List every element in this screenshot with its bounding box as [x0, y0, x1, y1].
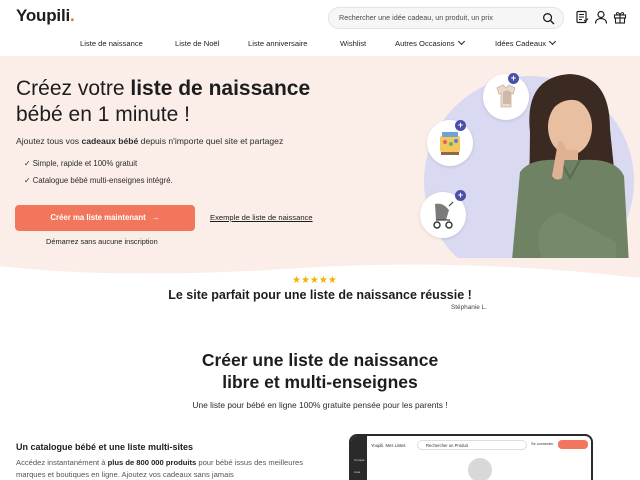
search-input[interactable]: Rechercher une idée cadeau, un produit, …	[328, 7, 564, 29]
mockup-button	[558, 440, 588, 449]
nav-item-wishlist[interactable]: Wishlist	[340, 39, 366, 48]
section-title: Créer une liste de naissance libre et mul…	[201, 350, 439, 392]
hero-subtitle: Ajoutez tous vos cadeaux bébé depuis n'i…	[16, 136, 284, 146]
rating-stars: ★★★★★	[292, 275, 337, 286]
catalog-title: Un catalogue bébé et une liste multi-sit…	[16, 442, 194, 452]
section-subtitle: Une liste pour bébé en ligne 100% gratui…	[192, 400, 448, 410]
nav-item-liste-anniversaire[interactable]: Liste anniversaire	[248, 39, 308, 48]
product-bubble-toy	[427, 120, 473, 166]
hero-section: Créez votre liste de naissance bébé en 1 …	[0, 56, 640, 274]
site-logo[interactable]: Youpili.	[16, 6, 75, 26]
list-icon[interactable]	[575, 10, 589, 24]
app-mockup: Compte Liste Youpili. Mes Listes Recherc…	[349, 434, 593, 480]
review-author: Stéphanie L.	[451, 304, 487, 311]
mockup-sidebar-tab: Liste	[354, 470, 361, 474]
gift-icon[interactable]	[613, 10, 627, 24]
search-placeholder: Rechercher une idée cadeau, un produit, …	[339, 13, 493, 22]
example-list-link[interactable]: Exemple de liste de naissance	[210, 213, 313, 222]
catalog-text: Accédez instantanément à plus de 800 000…	[16, 458, 304, 479]
user-icon[interactable]	[594, 10, 608, 24]
nav-item-liste-naissance[interactable]: Liste de naissance	[80, 39, 143, 48]
mockup-logo: Youpili. Mes Listes	[371, 443, 406, 448]
search-icon[interactable]	[542, 12, 555, 25]
nav-item-idees-cadeaux[interactable]: Idées Cadeaux	[495, 37, 557, 48]
pregnant-woman-photo	[510, 74, 630, 274]
arrow-right-icon: →	[151, 213, 160, 222]
main-nav: Liste de naissance Liste de Noël Liste a…	[0, 34, 640, 56]
feature-check: ✓ Simple, rapide et 100% gratuit	[24, 159, 138, 168]
add-icon: +	[455, 120, 466, 131]
mockup-sidebar: Compte Liste	[351, 436, 367, 480]
chevron-down-icon	[457, 37, 465, 46]
feature-check: ✓ Catalogue bébé multi-enseignes intégré…	[24, 176, 173, 185]
mockup-product-image	[468, 458, 492, 480]
create-list-button[interactable]: Créer ma liste maintenant →	[15, 205, 195, 231]
mockup-sidebar-tab: Compte	[354, 458, 365, 462]
review-quote: Le site parfait pour une liste de naissa…	[168, 288, 472, 302]
toy-icon	[440, 132, 460, 155]
chevron-down-icon	[549, 37, 557, 46]
mockup-search: Rechercher un Produit	[417, 440, 527, 450]
no-signup-note: Démarrez sans aucune inscription	[46, 237, 158, 246]
hero-title: Créez votre liste de naissance bébé en 1 …	[16, 77, 311, 126]
nav-item-liste-noel[interactable]: Liste de Noël	[175, 39, 219, 48]
hero-wave-divider	[0, 258, 640, 286]
site-header: Youpili. Rechercher une idée cadeau, un …	[0, 0, 640, 34]
mockup-connect: Se connecter	[531, 442, 554, 446]
nav-item-autres-occasions[interactable]: Autres Occasions	[395, 37, 465, 48]
add-icon: +	[455, 190, 466, 201]
